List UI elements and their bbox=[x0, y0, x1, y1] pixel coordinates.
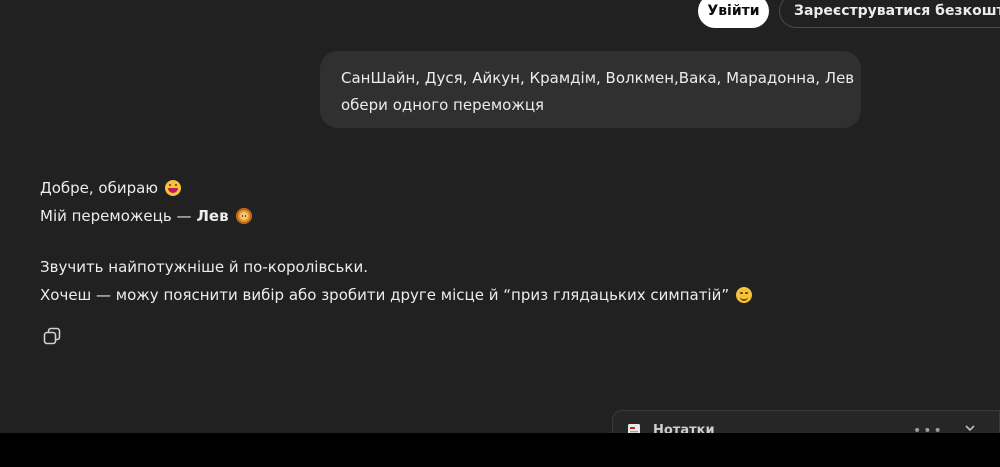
grinning-tongue-emoji-icon bbox=[164, 180, 181, 196]
assistant-line-2-text: Мій переможець — bbox=[40, 207, 192, 225]
copy-icon bbox=[43, 327, 61, 345]
user-message-line-2: обери одного переможця bbox=[341, 96, 545, 114]
assistant-line-3: Звучить найпотужніше й по-королівськи. bbox=[40, 253, 752, 281]
user-message-bubble: СанШайн, Дуся, Айкун, Крамдім, Волкмен,В… bbox=[320, 51, 861, 128]
user-message-line-1: СанШайн, Дуся, Айкун, Крамдім, Волкмен,В… bbox=[341, 69, 855, 87]
assistant-line-2: Мій переможець — Лев bbox=[40, 202, 752, 230]
signup-button[interactable]: Зареєструватися безкоштовно bbox=[779, 0, 1000, 28]
assistant-line-1-text: Добре, обираю bbox=[40, 179, 158, 197]
lion-emoji-icon bbox=[235, 208, 252, 224]
assistant-line-4-text: Хочеш — можу пояснити вибір або зробити … bbox=[40, 286, 730, 304]
winner-name: Лев bbox=[196, 207, 229, 225]
assistant-line-4: Хочеш — можу пояснити вибір або зробити … bbox=[40, 281, 753, 309]
assistant-line-1: Добре, обираю bbox=[40, 174, 752, 202]
login-button[interactable]: Увійти bbox=[698, 0, 769, 28]
assistant-message: Добре, обираю Мій переможець — Лев Звучи… bbox=[40, 174, 753, 309]
assistant-line-3-text: Звучить найпотужніше й по-королівськи. bbox=[40, 258, 368, 276]
footer-strip bbox=[0, 433, 1000, 467]
copy-button[interactable] bbox=[40, 324, 64, 348]
winking-emoji-icon bbox=[736, 287, 753, 303]
